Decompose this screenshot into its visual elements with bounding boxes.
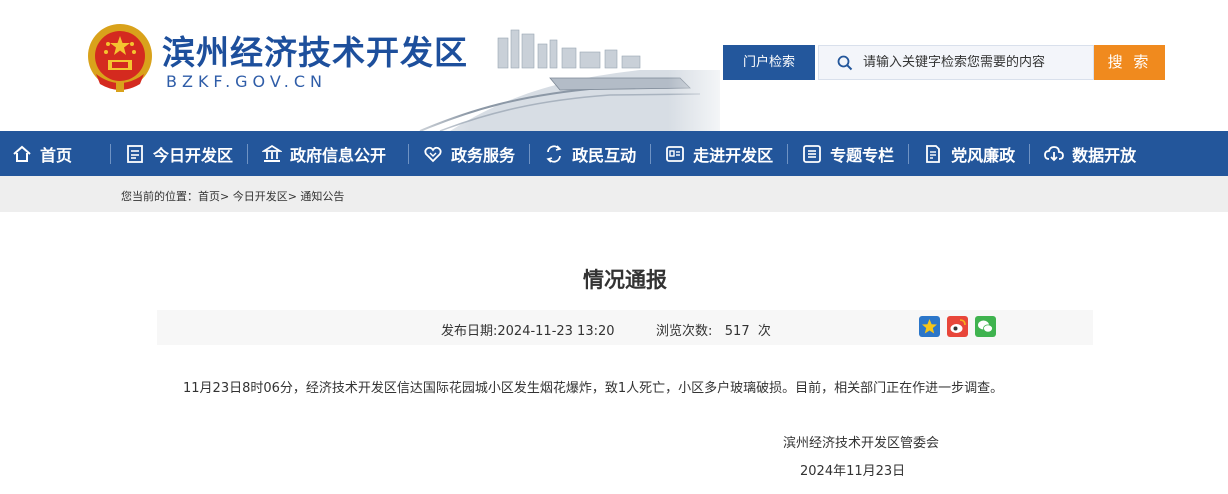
share-qzone-icon[interactable] bbox=[919, 316, 940, 337]
profile-card-icon bbox=[666, 145, 684, 162]
nav-item-label: 政府信息公开 bbox=[290, 145, 387, 165]
search-icon bbox=[837, 55, 853, 70]
main-nav: 首页 今日开发区 政府信息公开 政务服务 政民互动 走进开发区 专题专栏 党风廉… bbox=[0, 131, 1228, 176]
share-weibo-icon[interactable] bbox=[947, 316, 968, 337]
article-body: 11月23日8时06分，经济技术开发区信达国际花园城小区发生烟花爆炸，致1人死亡… bbox=[183, 381, 1004, 396]
nav-divider bbox=[247, 143, 249, 164]
nav-item-integrity[interactable]: 党风廉政 bbox=[923, 131, 1015, 176]
nav-item-open-data[interactable]: 数据开放 bbox=[1044, 131, 1136, 176]
signature-date: 2024年11月23日 bbox=[800, 464, 906, 479]
nav-divider bbox=[650, 143, 652, 164]
nav-divider bbox=[787, 143, 789, 164]
site-domain: BZKF.GOV.CN bbox=[166, 72, 327, 91]
building-icon bbox=[262, 144, 283, 162]
nav-item-label: 专题专栏 bbox=[830, 145, 895, 165]
nav-item-services[interactable]: 政务服务 bbox=[423, 131, 515, 176]
site-title[interactable]: 滨州经济技术开发区 bbox=[162, 26, 468, 74]
nav-divider bbox=[908, 143, 910, 164]
nav-divider bbox=[408, 143, 410, 164]
nav-divider bbox=[1029, 143, 1031, 164]
article-meta-bar: 发布日期:2024-11-23 13:20 浏览次数: 517 次 bbox=[157, 310, 1093, 345]
search-input[interactable] bbox=[863, 55, 1093, 70]
signature-org: 滨州经济技术开发区管委会 bbox=[783, 436, 940, 451]
nav-item-label: 首页 bbox=[40, 145, 73, 165]
share-wechat-icon[interactable] bbox=[975, 316, 996, 337]
nav-item-label: 政民互动 bbox=[572, 145, 637, 165]
nav-divider bbox=[529, 143, 531, 164]
nav-item-label: 数据开放 bbox=[1072, 145, 1137, 165]
list-icon bbox=[803, 144, 821, 163]
publish-date: 发布日期:2024-11-23 13:20 bbox=[441, 324, 615, 339]
document-pen-icon bbox=[926, 144, 941, 163]
nav-item-label: 走进开发区 bbox=[693, 145, 774, 165]
breadcrumb-bar: 您当前的位置：首页> 今日开发区> 通知公告 bbox=[0, 176, 1228, 212]
handshake-icon bbox=[424, 146, 442, 162]
nav-item-topics[interactable]: 专题专栏 bbox=[802, 131, 894, 176]
nav-divider bbox=[110, 143, 112, 164]
interaction-icon bbox=[546, 144, 562, 163]
cloud-download-icon bbox=[1044, 145, 1065, 161]
search-box bbox=[818, 45, 1094, 80]
breadcrumb[interactable]: 您当前的位置：首页> 今日开发区> 通知公告 bbox=[121, 188, 344, 204]
national-emblem-logo bbox=[88, 24, 152, 92]
view-count: 浏览次数: 517 次 bbox=[656, 324, 771, 339]
nav-item-label: 今日开发区 bbox=[153, 145, 234, 165]
search-scope-label[interactable]: 门户检索 bbox=[723, 45, 815, 80]
news-icon bbox=[127, 144, 143, 163]
nav-item-home[interactable]: 首页 bbox=[12, 131, 72, 176]
nav-item-interaction[interactable]: 政民互动 bbox=[544, 131, 636, 176]
site-header: 滨州经济技术开发区 BZKF.GOV.CN 门户检索 搜 索 bbox=[0, 0, 1228, 131]
home-icon bbox=[13, 145, 31, 162]
nav-item-about[interactable]: 走进开发区 bbox=[665, 131, 773, 176]
nav-item-label: 政务服务 bbox=[451, 145, 516, 165]
nav-item-label: 党风廉政 bbox=[951, 145, 1016, 165]
article-title: 情况通报 bbox=[583, 268, 667, 292]
search-button[interactable]: 搜 索 bbox=[1094, 45, 1165, 80]
nav-item-gov-info[interactable]: 政府信息公开 bbox=[262, 131, 386, 176]
nav-item-today[interactable]: 今日开发区 bbox=[125, 131, 233, 176]
